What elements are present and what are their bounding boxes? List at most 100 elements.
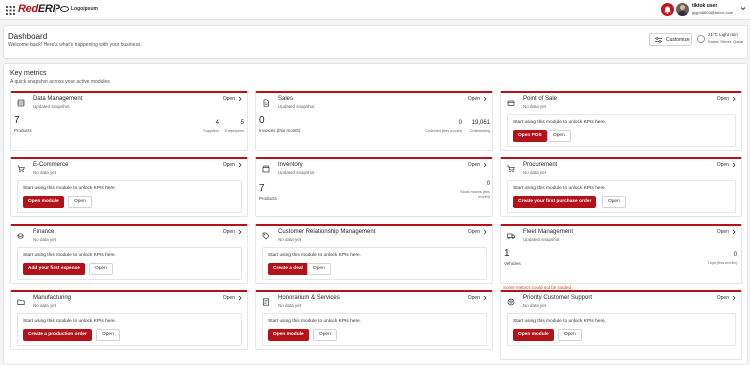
card-fleet-management[interactable]: Fleet Management Updated snapshot Open 1… xyxy=(500,224,742,284)
partner-logo-icon xyxy=(60,6,69,12)
chevron-right-icon xyxy=(483,295,487,301)
card-finance[interactable]: Finance No data yet Open Start using thi… xyxy=(10,224,248,284)
card-open-link[interactable]: Open xyxy=(717,229,736,235)
card-open-label: Open xyxy=(716,229,729,235)
card-open-link[interactable]: Open xyxy=(223,96,242,102)
empty-state-box: Start using this module to unlock KPIs h… xyxy=(507,313,736,346)
open-button[interactable]: Open xyxy=(89,263,113,275)
chevron-right-icon xyxy=(732,96,736,102)
create-deal-button[interactable]: Create a deal xyxy=(268,263,308,275)
card-status: No data yet xyxy=(523,303,547,308)
card-point-of-sale[interactable]: Point of Sale No data yet Open Start usi… xyxy=(500,91,742,151)
open-module-button[interactable]: Open module xyxy=(513,329,554,341)
database-icon xyxy=(17,99,25,107)
chevron-down-icon[interactable] xyxy=(740,6,746,11)
empty-state-message: Start using this module to unlock KPIs h… xyxy=(23,253,117,258)
card-e-commerce[interactable]: E-Commerce No data yet Open Start using … xyxy=(10,157,248,217)
card-open-link[interactable]: Open xyxy=(468,295,487,301)
card-open-label: Open xyxy=(222,229,235,235)
card-open-link[interactable]: Open xyxy=(223,162,242,168)
empty-state-box: Start using this module to unlock KPIs h… xyxy=(507,114,736,147)
sliders-icon xyxy=(655,37,662,43)
kpi-stat-label: Collected (this month) xyxy=(425,129,462,133)
create-purchase-order-button[interactable]: Create your first purchase order xyxy=(513,196,597,208)
cart-icon xyxy=(507,165,515,173)
card-title: Priority Customer Support xyxy=(523,295,593,301)
card-open-link[interactable]: Open xyxy=(468,229,487,235)
open-button[interactable]: Open xyxy=(313,329,337,341)
card-open-link[interactable]: Open xyxy=(717,96,736,102)
top-bar: RedERP Logoipsum tiktok user gigph6603@b… xyxy=(0,0,750,20)
card-procurement[interactable]: Procurement No data yet Open Start using… xyxy=(500,157,742,217)
open-button[interactable]: Open xyxy=(68,196,92,208)
card-title: Fleet Management xyxy=(523,229,574,235)
card-open-label: Open xyxy=(716,96,729,102)
open-pos-button[interactable]: Open POS xyxy=(513,130,547,142)
card-sales[interactable]: Sales Updated snapshot Open 0 Invoices (… xyxy=(255,91,493,151)
chevron-right-icon xyxy=(483,229,487,235)
card-title: Customer Relationship Management xyxy=(278,229,376,235)
card-open-link[interactable]: Open xyxy=(717,295,736,301)
kpi-stat-value: 0 xyxy=(486,181,490,187)
open-button[interactable]: Open xyxy=(547,130,571,142)
kpi-stat-value: 0 xyxy=(458,120,462,126)
card-open-link[interactable]: Open xyxy=(468,96,487,102)
open-button[interactable]: Open xyxy=(602,196,626,208)
customize-button[interactable]: Customize xyxy=(649,33,692,46)
kpi-stat-label: Outstanding xyxy=(469,129,490,133)
card-manufacturing[interactable]: Manufacturing No data yet Open Start usi… xyxy=(10,290,248,350)
chevron-right-icon xyxy=(732,229,736,235)
apps-grid-icon[interactable] xyxy=(6,6,15,15)
kpi-stat-label: Employees xyxy=(225,129,244,133)
card-data-management[interactable]: Data Management Updated snapshot Open 7 … xyxy=(10,91,248,151)
open-button[interactable]: Open xyxy=(558,329,582,341)
card-open-link[interactable]: Open xyxy=(717,162,736,168)
user-name[interactable]: tiktok user xyxy=(692,3,717,9)
card-status: No data yet xyxy=(523,170,547,175)
card-inventory[interactable]: Inventory Updated snapshot Open 7 Produc… xyxy=(255,157,493,217)
weather-icon xyxy=(697,35,705,43)
card-status: Updated snapshot xyxy=(278,170,315,175)
brand-logo[interactable]: RedERP xyxy=(18,3,60,15)
weather-location: Kasec Street, Qatar xyxy=(708,39,744,44)
kpi-stat-value: 0 xyxy=(733,252,737,258)
card-crm[interactable]: Customer Relationship Management No data… xyxy=(255,224,493,284)
card-status: No data yet xyxy=(33,237,57,242)
kpi-label: Products xyxy=(259,196,277,201)
card-open-link[interactable]: Open xyxy=(223,295,242,301)
card-priority-customer-support[interactable]: Priority Customer Support No data yet Op… xyxy=(500,290,742,360)
card-status: Updated snapshot xyxy=(278,104,315,109)
avatar-body xyxy=(678,11,687,16)
notification-bell-icon[interactable] xyxy=(661,3,674,16)
card-open-label: Open xyxy=(467,295,480,301)
empty-state-box: Start using this module to unlock KPIs h… xyxy=(17,247,242,280)
card-status: No data yet xyxy=(278,303,302,308)
finance-icon xyxy=(17,233,24,239)
card-honorarium-services[interactable]: Honorarium & Services No data yet Open S… xyxy=(255,290,493,350)
card-open-link[interactable]: Open xyxy=(223,229,242,235)
card-status: No data yet xyxy=(523,104,547,109)
empty-state-message: Start using this module to unlock KPIs h… xyxy=(268,253,362,258)
open-module-button[interactable]: Open module xyxy=(23,196,64,208)
card-open-label: Open xyxy=(467,162,480,168)
add-first-expense-button[interactable]: Add your first expense xyxy=(23,263,85,275)
empty-state-message: Start using this module to unlock KPIs h… xyxy=(513,186,607,191)
section-subtitle: A quick snapshot across your active modu… xyxy=(10,79,110,85)
open-module-button[interactable]: Open module xyxy=(268,329,309,341)
open-button[interactable]: Open xyxy=(96,329,120,341)
user-email: gigph6603@btnoc.com xyxy=(692,10,734,15)
card-status: No data yet xyxy=(278,237,302,242)
chevron-right-icon xyxy=(238,229,242,235)
kpi-stat-value: 4 xyxy=(215,120,219,126)
open-button[interactable]: Open xyxy=(307,263,331,275)
partner-logo: Logoipsum xyxy=(60,6,98,12)
user-avatar[interactable] xyxy=(676,3,689,16)
card-open-link[interactable]: Open xyxy=(468,162,487,168)
chevron-right-icon xyxy=(732,295,736,301)
kpi-label: Vehicles xyxy=(504,261,521,266)
customize-label: Customize xyxy=(666,37,690,43)
chevron-right-icon xyxy=(483,162,487,168)
card-title: Sales xyxy=(278,96,294,102)
chevron-right-icon xyxy=(483,96,487,102)
create-production-order-button[interactable]: Create a production order xyxy=(23,329,92,341)
